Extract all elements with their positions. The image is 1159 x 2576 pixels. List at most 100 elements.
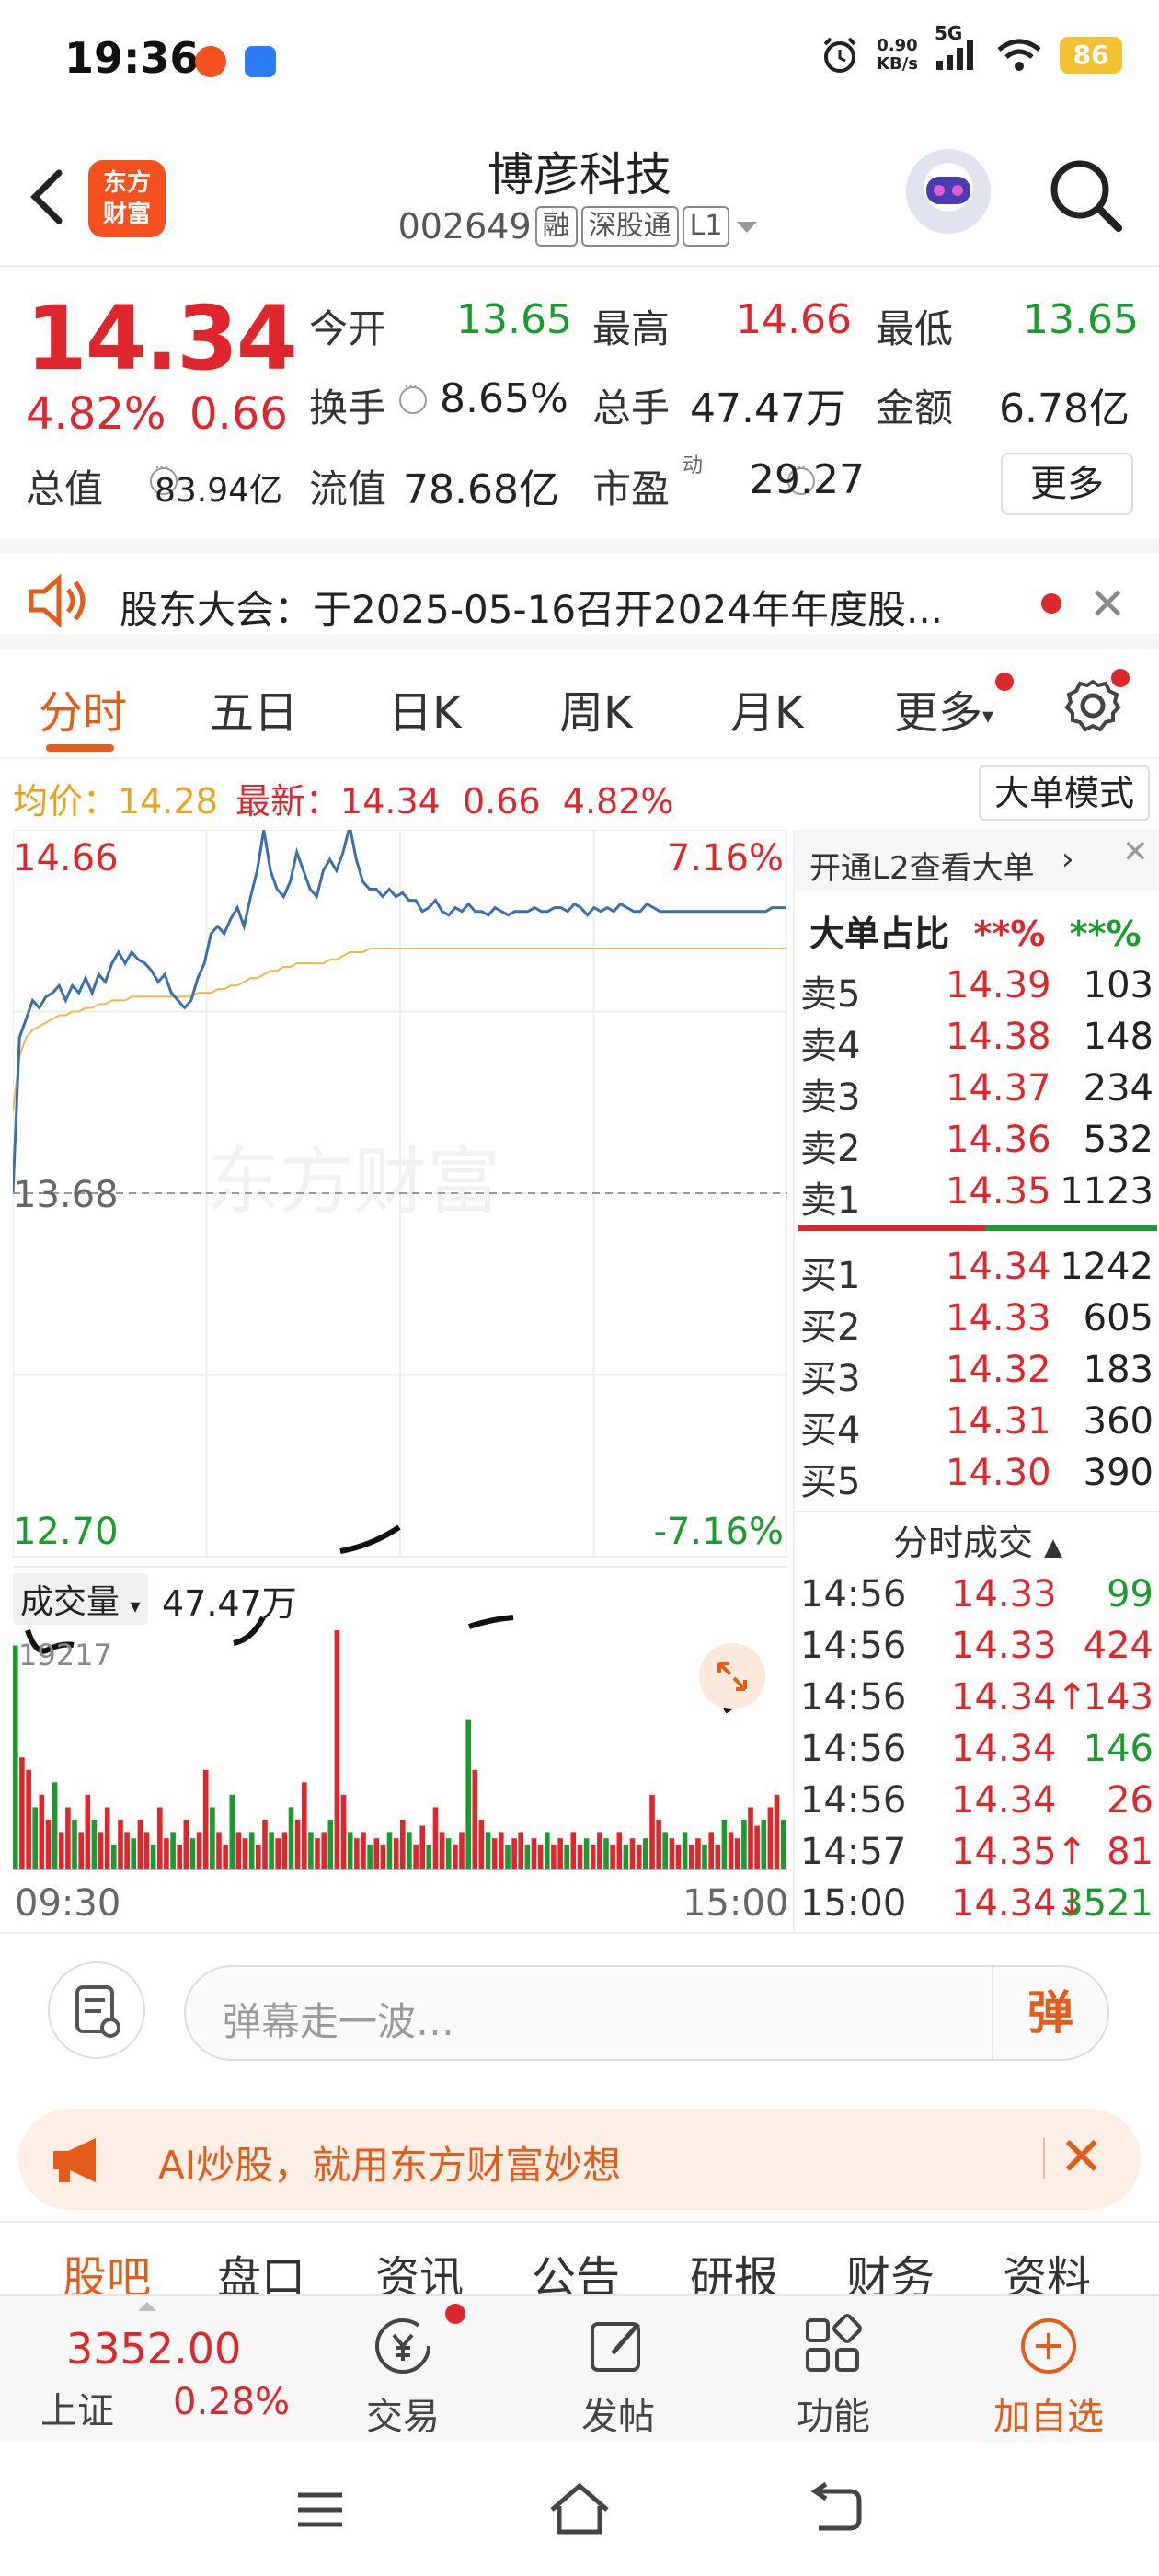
volume-bar: [157, 1807, 163, 1869]
volume-bar: [143, 1832, 150, 1869]
volume-dropdown-icon: ▾: [130, 1595, 141, 1618]
nav-functions[interactable]: 功能: [760, 2296, 907, 2444]
volume-header: 成交量 ▾ 47.47万: [13, 1566, 787, 1625]
quote-panel: 14.34 4.82% 0.66 今开 13.65 最高 14.66 最低 13…: [0, 269, 1159, 535]
volume-bar: [491, 1838, 498, 1869]
change-amount: 0.66: [189, 388, 288, 440]
ai-banner[interactable]: AI炒股，就用东方财富妙想 ✕: [18, 2109, 1141, 2210]
tab-monthly-k[interactable]: 月K: [730, 676, 803, 741]
tab-intraday[interactable]: 分时: [39, 676, 127, 741]
ask-row[interactable]: 卖2 14.36 532: [798, 1113, 1157, 1170]
volume-value: 47.47万: [690, 385, 846, 432]
search-icon[interactable]: [1047, 156, 1124, 234]
ask-price: 14.37: [946, 1067, 1051, 1110]
pe-label: 市盈: [592, 466, 671, 512]
volume-bar: [386, 1832, 393, 1869]
tab-research[interactable]: 研报: [690, 2241, 778, 2294]
volume-bar: [85, 1794, 91, 1869]
volume-bar: [426, 1844, 432, 1869]
danmu-toggle-button[interactable]: 弹: [992, 1967, 1107, 2059]
volume-bar: [45, 1819, 52, 1869]
ai-banner-divider: [1043, 2138, 1045, 2179]
system-nav-bar: [0, 2442, 1159, 2576]
trade-time: 14:56: [800, 1779, 907, 1822]
volume-bar: [603, 1838, 609, 1869]
tab-finance[interactable]: 财务: [846, 2241, 935, 2294]
volume-bar: [610, 1844, 615, 1869]
bid-row[interactable]: 买2 14.33 605: [798, 1292, 1157, 1349]
volume-bar: [380, 1844, 386, 1869]
time-axis-end: 15:00: [683, 1882, 789, 1925]
tab-more[interactable]: 更多▾: [894, 676, 993, 741]
tab-news[interactable]: 资讯: [375, 2241, 464, 2294]
volume-bar: [32, 1807, 38, 1869]
volume-bar: [361, 1832, 366, 1869]
ask-row[interactable]: 卖1 14.35 1123: [798, 1165, 1157, 1222]
turnover-value: 8.65%: [440, 375, 568, 422]
nav-post[interactable]: 发帖: [545, 2296, 692, 2444]
notice-close-icon[interactable]: ✕: [1089, 579, 1126, 630]
danmu-input[interactable]: 弹幕走一波… 弹: [184, 1965, 1109, 2061]
volume-bar: [453, 1844, 458, 1869]
tab-weekly-k[interactable]: 周K: [559, 676, 632, 741]
bid-row[interactable]: 买4 14.31 360: [798, 1395, 1157, 1452]
tab-daily-k[interactable]: 日K: [388, 676, 461, 741]
bid-volume: 390: [1083, 1452, 1153, 1494]
high-value: 14.66: [736, 296, 852, 343]
ai-banner-close-icon[interactable]: ✕: [1059, 2125, 1104, 2188]
volume-bar: [616, 1832, 623, 1869]
tab-five-day[interactable]: 五日: [210, 676, 298, 741]
volume-bar: [281, 1832, 288, 1869]
trades-title[interactable]: 分时成交 ▲: [795, 1514, 1159, 1565]
big-order-mode-button[interactable]: 大单模式: [979, 765, 1150, 821]
trade-volume: 424: [1083, 1625, 1153, 1667]
pe-superscript: 动: [683, 454, 704, 477]
ask-row[interactable]: 卖5 14.39 103: [798, 959, 1157, 1016]
volume-bar: [111, 1844, 117, 1869]
trade-volume: 26: [1107, 1779, 1153, 1822]
edit-icon: [591, 2322, 640, 2372]
back-nav-icon[interactable]: [806, 2482, 865, 2537]
volume-bar: [347, 1832, 353, 1869]
notice-bar[interactable]: 股东大会：于2025-05-16召开2024年年度股... ✕: [0, 538, 1159, 649]
header: 东方 财富 博彦科技 002649 融 深股通 L1: [0, 129, 1159, 267]
volume-bar: [505, 1844, 511, 1869]
caret-up-icon: ▲: [1044, 1534, 1063, 1561]
nav-add-watchlist[interactable]: 加自选: [975, 2296, 1122, 2444]
index-ticker[interactable]: 3352.00 上证 0.28%: [0, 2296, 304, 2444]
bid-row[interactable]: 买5 14.30 390: [798, 1446, 1157, 1503]
volume-bar: [52, 1782, 58, 1869]
volume-bar: [545, 1832, 550, 1869]
volume-bar: [118, 1819, 123, 1869]
volume-bar: [734, 1838, 740, 1869]
volume-bar: [485, 1832, 491, 1869]
l2-promo[interactable]: 开通L2查看大单 › ✕: [795, 830, 1159, 891]
tab-announcements[interactable]: 公告: [532, 2241, 620, 2294]
volume-bar: [229, 1794, 235, 1869]
volume-bar: [202, 1769, 209, 1869]
intraday-chart[interactable]: 东方财富 14.66 7.16% 13.68 12.70 -7.16%: [13, 830, 787, 1888]
tab-pankou[interactable]: 盘口: [217, 2241, 305, 2294]
volume-indicator-select[interactable]: 成交量 ▾: [13, 1573, 148, 1625]
more-quote-button[interactable]: 更多: [1001, 453, 1133, 515]
bid-row[interactable]: 买3 14.32 183: [798, 1343, 1157, 1400]
ask-row[interactable]: 卖3 14.37 234: [798, 1062, 1157, 1119]
volume-bar: [695, 1838, 701, 1869]
volume-bar: [551, 1844, 557, 1869]
doodle-stroke: [339, 1524, 401, 1554]
home-icon[interactable]: [546, 2478, 613, 2539]
tab-guba[interactable]: 股吧: [63, 2241, 151, 2294]
expand-icon[interactable]: [699, 1643, 765, 1709]
bid-price: 14.34: [946, 1246, 1051, 1288]
bid-row[interactable]: 买1 14.34 1242: [798, 1240, 1157, 1297]
turnover-info-icon[interactable]: [399, 377, 427, 414]
ask-row[interactable]: 卖4 14.38 148: [798, 1010, 1157, 1067]
robot-assistant-avatar[interactable]: [906, 149, 991, 234]
volume-bar: [170, 1832, 176, 1869]
axis-min-pct: -7.16%: [653, 1511, 784, 1553]
volume-bar: [531, 1838, 537, 1869]
document-edit-icon[interactable]: [48, 1961, 145, 2059]
wifi-icon: [997, 39, 1041, 71]
menu-icon[interactable]: [293, 2482, 348, 2537]
tab-profile[interactable]: 资料: [1003, 2241, 1091, 2294]
